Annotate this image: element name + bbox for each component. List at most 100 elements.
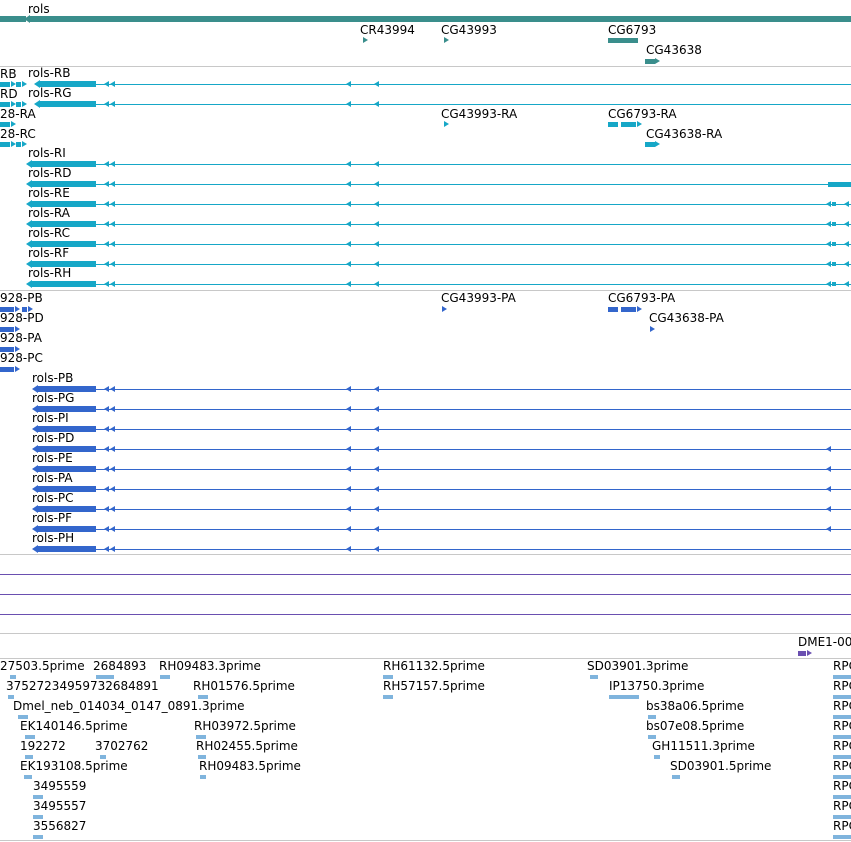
est-label[interactable]: 37527234959732684891 <box>6 679 159 693</box>
protein-block[interactable] <box>621 306 636 312</box>
protein-label[interactable]: 928-PB <box>0 291 43 305</box>
est-label[interactable]: 3495559 <box>33 779 86 793</box>
exon-block[interactable] <box>32 281 96 287</box>
est-label[interactable]: IP13750.3prime <box>609 679 704 693</box>
est-label[interactable]: RPC <box>833 679 851 693</box>
protein-label[interactable]: rols-PA <box>32 471 73 485</box>
protein-label[interactable]: rols-PH <box>32 531 74 545</box>
transcript-label[interactable]: rols-RI <box>28 146 66 160</box>
est-block[interactable] <box>654 755 660 759</box>
est-block[interactable] <box>833 835 851 839</box>
transcript-label[interactable]: 28-RC <box>0 127 36 141</box>
protein-label[interactable]: rols-PI <box>32 411 69 425</box>
transcript-label[interactable]: rols-RE <box>28 186 70 200</box>
protein-block[interactable] <box>38 546 96 552</box>
est-label[interactable]: 3495557 <box>33 799 86 813</box>
est-label[interactable]: RH01576.5prime <box>193 679 295 693</box>
protein-label[interactable]: rols-PC <box>32 491 74 505</box>
protein-label[interactable]: rols-PD <box>32 431 74 445</box>
transcript-label[interactable]: rols-RG <box>28 86 72 100</box>
est-block[interactable] <box>383 695 393 699</box>
transcript-label[interactable]: rols-RB <box>28 66 71 80</box>
est-label[interactable]: 3556827 <box>33 819 86 833</box>
est-label[interactable]: 3702762 <box>95 739 148 753</box>
est-label[interactable]: RPC <box>833 799 851 813</box>
gene-rols-left[interactable] <box>0 16 26 22</box>
gene-label[interactable]: CG43638 <box>646 43 702 57</box>
protein-label[interactable]: CG43638-PA <box>649 311 724 325</box>
transcript-label[interactable]: RB <box>0 67 17 81</box>
genome-browser-view[interactable]: rols CR43994 CG43993 CG6793 CG43638 RB rols-RB… <box>0 0 851 842</box>
feature-label[interactable]: DME1-00 <box>798 635 851 649</box>
exon-block[interactable] <box>621 121 636 127</box>
est-block[interactable] <box>24 775 32 779</box>
transcript-label[interactable]: rols-RF <box>28 246 69 260</box>
feature-block[interactable] <box>16 81 21 87</box>
est-label[interactable]: GH11511.3prime <box>652 739 755 753</box>
feature-block[interactable] <box>0 81 10 87</box>
est-label[interactable]: RPC <box>833 699 851 713</box>
exon-block[interactable] <box>645 141 655 147</box>
feature-block[interactable] <box>0 366 14 372</box>
est-label[interactable]: RPC <box>833 739 851 753</box>
est-label[interactable]: 192272 <box>20 739 66 753</box>
transcript-label[interactable]: RD <box>0 87 18 101</box>
est-label[interactable]: Dmel_neb_014034_0147_0891.3prime <box>13 699 245 713</box>
protein-label[interactable]: CG43993-PA <box>441 291 516 305</box>
exon-block[interactable] <box>608 121 618 127</box>
protein-label[interactable]: rols-PB <box>32 371 73 385</box>
protein-label[interactable]: 928-PD <box>0 311 44 325</box>
feature-block[interactable] <box>0 101 10 107</box>
protein-label[interactable]: 928-PC <box>0 351 43 365</box>
transcript-label[interactable]: rols-RD <box>28 166 72 180</box>
est-label[interactable]: RH09483.3prime <box>159 659 261 673</box>
feature-block[interactable] <box>16 101 21 107</box>
transcript-label[interactable]: CG43638-RA <box>646 127 722 141</box>
exon-block[interactable] <box>832 202 836 206</box>
protein-label[interactable]: rols-PG <box>32 391 74 405</box>
gene-cg43638[interactable] <box>645 58 655 64</box>
gene-cg6793[interactable] <box>608 37 638 43</box>
est-block[interactable] <box>33 835 43 839</box>
transcript-label[interactable]: rols-RH <box>28 266 71 280</box>
est-block[interactable] <box>200 775 206 779</box>
feature-block[interactable] <box>16 141 21 147</box>
est-label[interactable]: RH09483.5prime <box>199 759 301 773</box>
est-label[interactable]: RPC <box>833 779 851 793</box>
est-label[interactable]: EK140146.5prime <box>20 719 128 733</box>
gene-label[interactable]: CR43994 <box>360 23 415 37</box>
feature-block[interactable] <box>798 650 806 656</box>
exon-block[interactable] <box>832 242 836 246</box>
exon-block[interactable] <box>828 181 851 187</box>
gene-label[interactable]: CG6793 <box>608 23 656 37</box>
protein-label[interactable]: CG6793-PA <box>608 291 675 305</box>
est-label[interactable]: RH57157.5prime <box>383 679 485 693</box>
est-label[interactable]: 27503.5prime <box>0 659 85 673</box>
protein-label[interactable]: rols-PF <box>32 511 72 525</box>
transcript-label[interactable]: CG43993-RA <box>441 107 517 121</box>
est-label[interactable]: RPC <box>833 659 851 673</box>
exon-block[interactable] <box>832 282 836 286</box>
est-label[interactable]: SD03901.3prime <box>587 659 688 673</box>
transcript-label[interactable]: CG6793-RA <box>608 107 677 121</box>
exon-block[interactable] <box>832 262 836 266</box>
est-label[interactable]: RH02455.5prime <box>196 739 298 753</box>
exon-block[interactable] <box>40 101 96 107</box>
exon-block[interactable] <box>832 222 836 226</box>
feature-block[interactable] <box>0 141 10 147</box>
est-label[interactable]: SD03901.5prime <box>670 759 771 773</box>
est-block[interactable] <box>590 675 598 679</box>
est-block[interactable] <box>160 675 170 679</box>
est-label[interactable]: RPC <box>833 819 851 833</box>
est-label[interactable]: RH03972.5prime <box>194 719 296 733</box>
gene-label[interactable]: CG43993 <box>441 23 497 37</box>
protein-label[interactable]: 928-PA <box>0 331 42 345</box>
gene-label[interactable]: rols <box>28 2 50 16</box>
est-label[interactable]: 2684893 <box>93 659 146 673</box>
est-label[interactable]: EK193108.5prime <box>20 759 128 773</box>
est-label[interactable]: RH61132.5prime <box>383 659 485 673</box>
transcript-label[interactable]: rols-RC <box>28 226 70 240</box>
est-label[interactable]: bs38a06.5prime <box>646 699 744 713</box>
feature-block[interactable] <box>0 121 10 127</box>
est-label[interactable]: RPC <box>833 759 851 773</box>
